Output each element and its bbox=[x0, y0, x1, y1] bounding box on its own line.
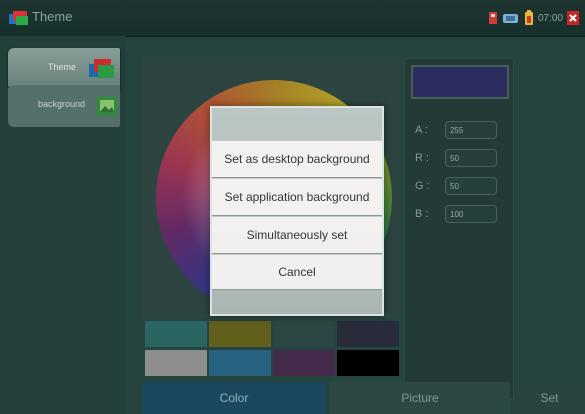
theme-app-icon bbox=[9, 11, 28, 25]
cancel-button[interactable]: Cancel bbox=[212, 254, 382, 290]
simultaneously-set-button[interactable]: Simultaneously set bbox=[212, 216, 382, 254]
close-icon[interactable] bbox=[567, 11, 579, 25]
status-bar: 07:00 bbox=[488, 9, 579, 27]
app-title: Theme bbox=[32, 9, 73, 24]
sd-card-icon bbox=[488, 12, 497, 24]
background-dialog: Set as desktop background Set applicatio… bbox=[210, 106, 384, 316]
set-desktop-background-button[interactable]: Set as desktop background bbox=[212, 140, 382, 178]
title-bar: Theme 07:00 bbox=[0, 0, 585, 37]
set-application-background-button[interactable]: Set application background bbox=[212, 178, 382, 216]
clock: 07:00 bbox=[537, 12, 563, 24]
battery-icon bbox=[524, 10, 533, 25]
network-icon bbox=[502, 14, 518, 23]
